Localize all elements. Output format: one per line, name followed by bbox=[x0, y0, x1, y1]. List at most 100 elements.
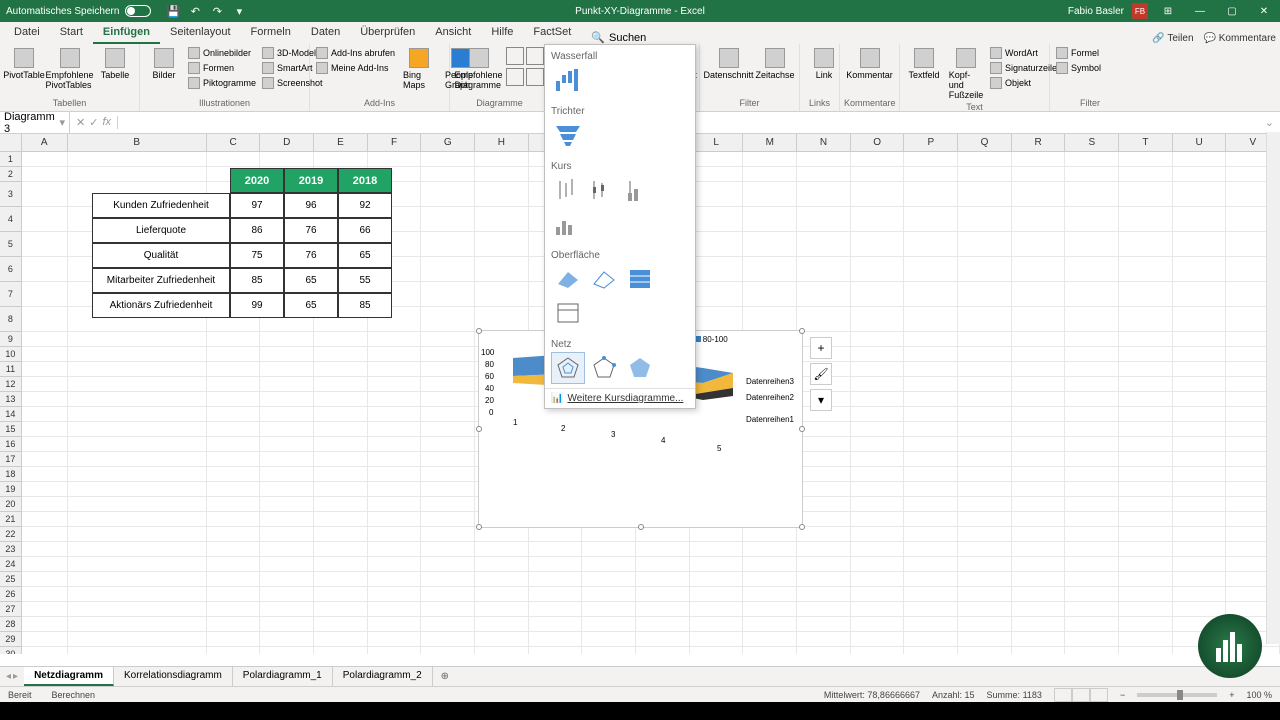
ribbon-options-icon[interactable]: ⊞ bbox=[1152, 0, 1184, 22]
cell[interactable] bbox=[797, 497, 851, 512]
cell[interactable] bbox=[1065, 167, 1119, 182]
cell[interactable] bbox=[68, 587, 207, 602]
cell[interactable] bbox=[690, 617, 744, 632]
cell[interactable] bbox=[904, 232, 958, 257]
row-header[interactable]: 14 bbox=[0, 407, 22, 422]
cell[interactable] bbox=[797, 632, 851, 647]
pictograms-button[interactable]: Piktogramme bbox=[186, 76, 258, 90]
cell[interactable] bbox=[421, 392, 475, 407]
cell[interactable] bbox=[1119, 437, 1173, 452]
cell[interactable] bbox=[421, 497, 475, 512]
cell[interactable] bbox=[22, 527, 68, 542]
cell[interactable] bbox=[1173, 437, 1227, 452]
row-header[interactable]: 16 bbox=[0, 437, 22, 452]
cell[interactable] bbox=[368, 632, 422, 647]
cell[interactable] bbox=[1012, 377, 1066, 392]
pie-chart-icon[interactable] bbox=[506, 68, 524, 86]
cell[interactable] bbox=[904, 602, 958, 617]
bing-maps-button[interactable]: Bing Maps bbox=[399, 46, 439, 92]
cell[interactable] bbox=[22, 632, 68, 647]
cell[interactable] bbox=[1012, 467, 1066, 482]
cell[interactable] bbox=[260, 602, 314, 617]
cell[interactable] bbox=[207, 542, 261, 557]
cell[interactable] bbox=[1119, 497, 1173, 512]
cell[interactable] bbox=[1173, 602, 1227, 617]
cell[interactable] bbox=[1119, 407, 1173, 422]
cell[interactable] bbox=[904, 347, 958, 362]
cell[interactable] bbox=[1065, 307, 1119, 332]
cell[interactable] bbox=[797, 422, 851, 437]
cell[interactable] bbox=[314, 482, 368, 497]
table-cell[interactable]: 92 bbox=[338, 193, 392, 218]
cell[interactable] bbox=[958, 257, 1012, 282]
cell[interactable] bbox=[475, 572, 529, 587]
cell[interactable] bbox=[690, 207, 744, 232]
cell[interactable] bbox=[636, 602, 690, 617]
cell[interactable] bbox=[207, 632, 261, 647]
cell[interactable] bbox=[904, 392, 958, 407]
cell[interactable] bbox=[1065, 557, 1119, 572]
cell[interactable] bbox=[368, 407, 422, 422]
cell[interactable] bbox=[529, 572, 583, 587]
expand-formula-icon[interactable]: ⌄ bbox=[1259, 116, 1280, 129]
cell[interactable] bbox=[1173, 512, 1227, 527]
cell[interactable] bbox=[797, 587, 851, 602]
cell[interactable] bbox=[22, 422, 68, 437]
table-cell[interactable]: 99 bbox=[230, 293, 284, 318]
cell[interactable] bbox=[1065, 362, 1119, 377]
cell[interactable] bbox=[529, 542, 583, 557]
cell[interactable] bbox=[851, 602, 905, 617]
cell[interactable] bbox=[582, 587, 636, 602]
cell[interactable] bbox=[314, 632, 368, 647]
cell[interactable] bbox=[1065, 542, 1119, 557]
table-row-label[interactable]: Aktionärs Zufriedenheit bbox=[92, 293, 230, 318]
cell[interactable] bbox=[851, 307, 905, 332]
cell[interactable] bbox=[1119, 232, 1173, 257]
cell[interactable] bbox=[743, 167, 797, 182]
cell[interactable] bbox=[904, 647, 958, 654]
cell[interactable] bbox=[421, 632, 475, 647]
table-header[interactable]: 2019 bbox=[284, 168, 338, 193]
cell[interactable] bbox=[22, 232, 68, 257]
cell[interactable] bbox=[582, 602, 636, 617]
cell[interactable] bbox=[421, 482, 475, 497]
cell[interactable] bbox=[22, 602, 68, 617]
cell[interactable] bbox=[22, 617, 68, 632]
table-button[interactable]: Tabelle bbox=[95, 46, 135, 82]
cell[interactable] bbox=[958, 497, 1012, 512]
cell[interactable] bbox=[1119, 452, 1173, 467]
cell[interactable] bbox=[851, 557, 905, 572]
sheet-prev-icon[interactable]: ◂ bbox=[6, 671, 11, 682]
cell[interactable] bbox=[1173, 282, 1227, 307]
funnel-chart-icon[interactable] bbox=[551, 119, 585, 151]
column-header[interactable]: T bbox=[1119, 134, 1173, 151]
cell[interactable] bbox=[958, 207, 1012, 232]
cell[interactable] bbox=[1012, 362, 1066, 377]
cell[interactable] bbox=[314, 377, 368, 392]
cell[interactable] bbox=[743, 307, 797, 332]
get-addins-button[interactable]: Add-Ins abrufen bbox=[314, 46, 397, 60]
cell[interactable] bbox=[851, 422, 905, 437]
cell[interactable] bbox=[475, 617, 529, 632]
column-header[interactable]: G bbox=[421, 134, 475, 151]
cell[interactable] bbox=[904, 282, 958, 307]
cell[interactable] bbox=[958, 307, 1012, 332]
cell[interactable] bbox=[851, 452, 905, 467]
cell[interactable] bbox=[368, 347, 422, 362]
cell[interactable] bbox=[1012, 307, 1066, 332]
cell[interactable] bbox=[1065, 437, 1119, 452]
menu-tab-überprüfen[interactable]: Überprüfen bbox=[350, 22, 425, 44]
object-button[interactable]: Objekt bbox=[988, 76, 1059, 90]
cell[interactable] bbox=[368, 392, 422, 407]
row-header[interactable]: 24 bbox=[0, 557, 22, 572]
cell[interactable] bbox=[314, 437, 368, 452]
cell[interactable] bbox=[421, 647, 475, 654]
cell[interactable] bbox=[958, 232, 1012, 257]
cell[interactable] bbox=[1173, 167, 1227, 182]
cell[interactable] bbox=[207, 587, 261, 602]
cell[interactable] bbox=[260, 392, 314, 407]
cell[interactable] bbox=[260, 407, 314, 422]
cell[interactable] bbox=[68, 482, 207, 497]
row-header[interactable]: 2 bbox=[0, 167, 22, 182]
cell[interactable] bbox=[797, 182, 851, 207]
